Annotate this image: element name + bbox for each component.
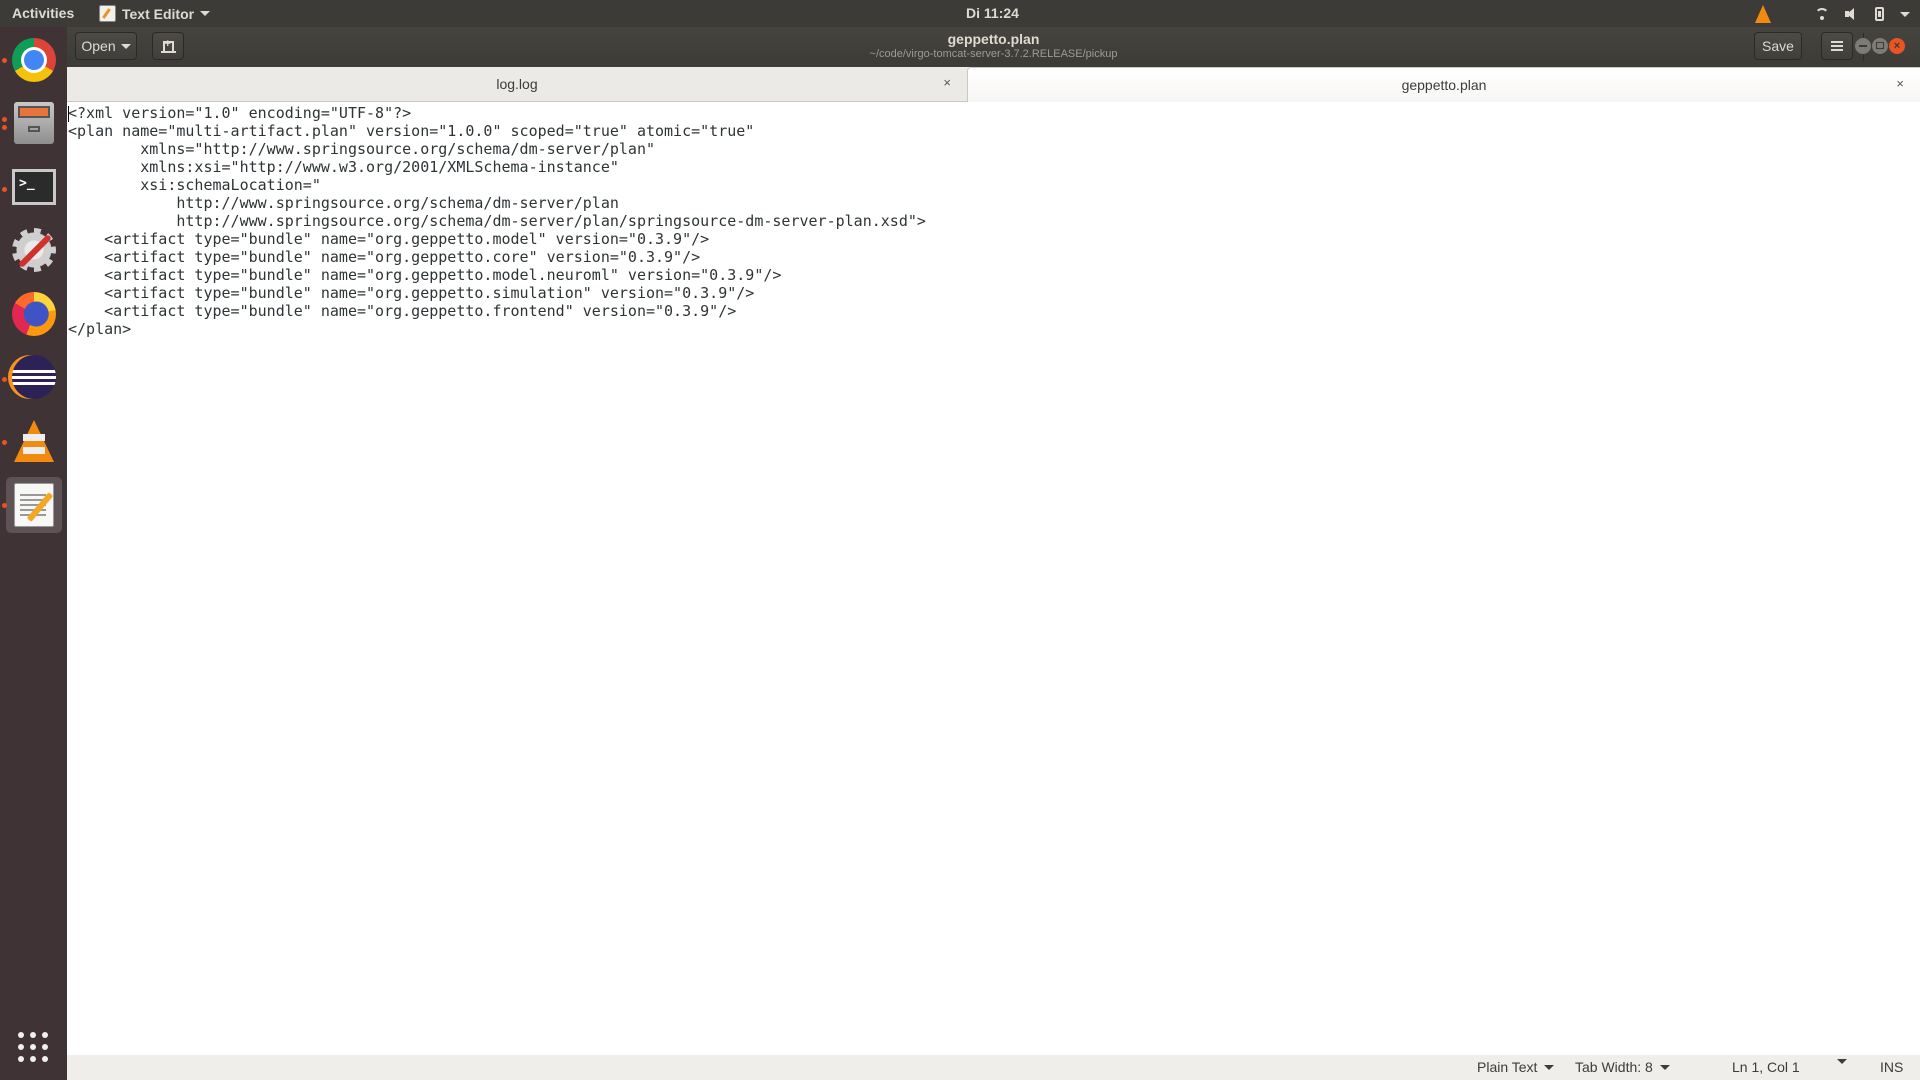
tab-label: log.log bbox=[496, 76, 538, 92]
system-tray bbox=[1755, 3, 1910, 25]
header-bar: Open geppetto.plan ~/code/virgo-tomcat-s… bbox=[67, 27, 1920, 67]
tab-log-log[interactable]: log.log × bbox=[67, 67, 967, 102]
cursor-position-label: Ln 1, Col 1 bbox=[1732, 1059, 1800, 1075]
tab-label: geppetto.plan bbox=[1401, 77, 1487, 93]
text-editor-area[interactable]: <?xml version="1.0" encoding="UTF-8"?> <… bbox=[67, 102, 1920, 1055]
language-label: Plain Text bbox=[1477, 1059, 1538, 1075]
running-indicator bbox=[2, 187, 7, 192]
dock-item-vlc[interactable] bbox=[6, 413, 62, 469]
save-button[interactable]: Save bbox=[1754, 32, 1802, 60]
tab-geppetto-plan[interactable]: geppetto.plan × bbox=[967, 67, 1920, 103]
cursor-position[interactable]: Ln 1, Col 1 bbox=[1732, 1059, 1800, 1075]
minimize-button[interactable] bbox=[1855, 38, 1871, 54]
window-subtitle: ~/code/virgo-tomcat-server-3.7.2.RELEASE… bbox=[869, 48, 1118, 60]
chevron-down-icon bbox=[1659, 1064, 1670, 1070]
running-indicator bbox=[2, 58, 7, 63]
firefox-icon bbox=[12, 292, 56, 336]
wifi-icon[interactable] bbox=[1815, 8, 1829, 20]
running-indicator bbox=[2, 117, 7, 122]
top-bar: Activities Text Editor Di 11:24 bbox=[0, 0, 1920, 27]
close-tab-icon[interactable]: × bbox=[1896, 76, 1904, 91]
dock-item-text-editor[interactable] bbox=[6, 477, 62, 533]
system-tools-icon bbox=[12, 228, 56, 272]
close-tab-icon[interactable]: × bbox=[943, 75, 951, 90]
battery-icon[interactable] bbox=[1875, 7, 1884, 21]
vlc-icon bbox=[14, 420, 54, 462]
tab-width-label: Tab Width: 8 bbox=[1575, 1059, 1653, 1075]
tab-width-selector[interactable]: Tab Width: 8 bbox=[1575, 1059, 1670, 1075]
dock-item-system-tools[interactable] bbox=[6, 222, 62, 278]
files-icon bbox=[14, 102, 54, 144]
close-window-button[interactable]: × bbox=[1889, 38, 1905, 54]
dock-item-firefox[interactable] bbox=[6, 286, 62, 342]
insert-mode-label: INS bbox=[1880, 1059, 1904, 1075]
running-indicator bbox=[2, 377, 7, 382]
running-indicator bbox=[2, 125, 7, 130]
system-menu-icon[interactable] bbox=[1900, 11, 1910, 17]
code-content[interactable]: <?xml version="1.0" encoding="UTF-8"?> <… bbox=[68, 104, 926, 338]
show-applications-icon[interactable] bbox=[18, 1032, 48, 1062]
running-indicator bbox=[2, 503, 7, 508]
vlc-icon[interactable] bbox=[1755, 5, 1771, 23]
eclipse-icon bbox=[12, 355, 56, 399]
status-bar: Plain Text Tab Width: 8 Ln 1, Col 1 INS bbox=[67, 1055, 1920, 1080]
hamburger-menu-icon bbox=[1831, 45, 1843, 47]
text-cursor bbox=[68, 106, 69, 122]
dock-item-terminal[interactable]: >_ bbox=[6, 159, 62, 215]
chrome-icon bbox=[12, 38, 56, 82]
insert-mode[interactable]: INS bbox=[1880, 1059, 1903, 1075]
dock: >_ bbox=[0, 27, 67, 1080]
gedit-icon bbox=[14, 483, 54, 527]
chevron-down-icon bbox=[1544, 1064, 1555, 1070]
terminal-icon: >_ bbox=[12, 169, 56, 205]
clock[interactable]: Di 11:24 bbox=[0, 5, 1920, 21]
window-title: geppetto.plan bbox=[947, 31, 1040, 47]
dock-item-eclipse[interactable] bbox=[6, 349, 62, 405]
maximize-button[interactable] bbox=[1872, 38, 1888, 54]
dock-item-chrome[interactable] bbox=[6, 32, 62, 88]
running-indicator bbox=[2, 440, 7, 445]
dock-item-files[interactable] bbox=[6, 95, 62, 151]
position-dropdown[interactable] bbox=[1837, 1059, 1847, 1064]
volume-icon[interactable] bbox=[1845, 8, 1859, 20]
tab-bar: log.log × geppetto.plan × bbox=[67, 67, 1920, 103]
chevron-down-icon bbox=[1837, 1059, 1847, 1064]
language-selector[interactable]: Plain Text bbox=[1477, 1059, 1555, 1075]
menu-button[interactable] bbox=[1821, 32, 1853, 60]
